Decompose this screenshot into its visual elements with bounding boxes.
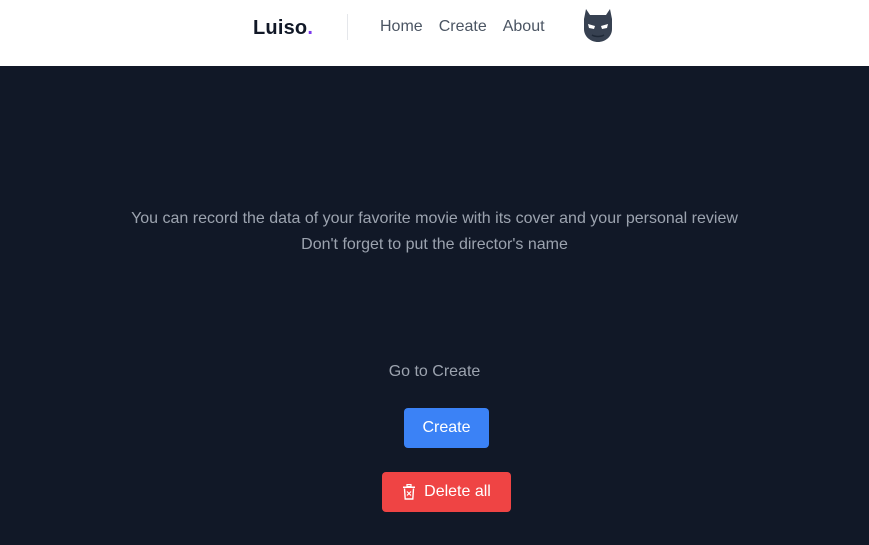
trash-icon [402,483,416,500]
create-button[interactable]: Create [404,408,489,448]
batman-mask-icon[interactable] [583,9,613,43]
brand-name: Luiso [253,17,308,39]
nav-link-create[interactable]: Create [439,14,487,40]
nav-link-about[interactable]: About [503,14,545,40]
nav-links: Home Create About [380,14,545,40]
delete-all-label: Delete all [424,483,491,500]
delete-all-button[interactable]: Delete all [382,472,511,512]
brand-dot: . [307,17,314,39]
brand-logo[interactable]: Luiso. [253,14,313,42]
intro-line-2: Don't forget to put the director's name [301,236,568,253]
main-content: You can record the data of your favorite… [0,66,869,545]
nav-link-home[interactable]: Home [380,14,423,40]
navbar: Luiso. Home Create About [0,0,869,66]
goto-create-label: Go to Create [388,363,481,380]
intro-text: You can record the data of your favorite… [0,206,869,258]
intro-line-1: You can record the data of your favorite… [131,210,738,227]
nav-divider [347,14,348,40]
